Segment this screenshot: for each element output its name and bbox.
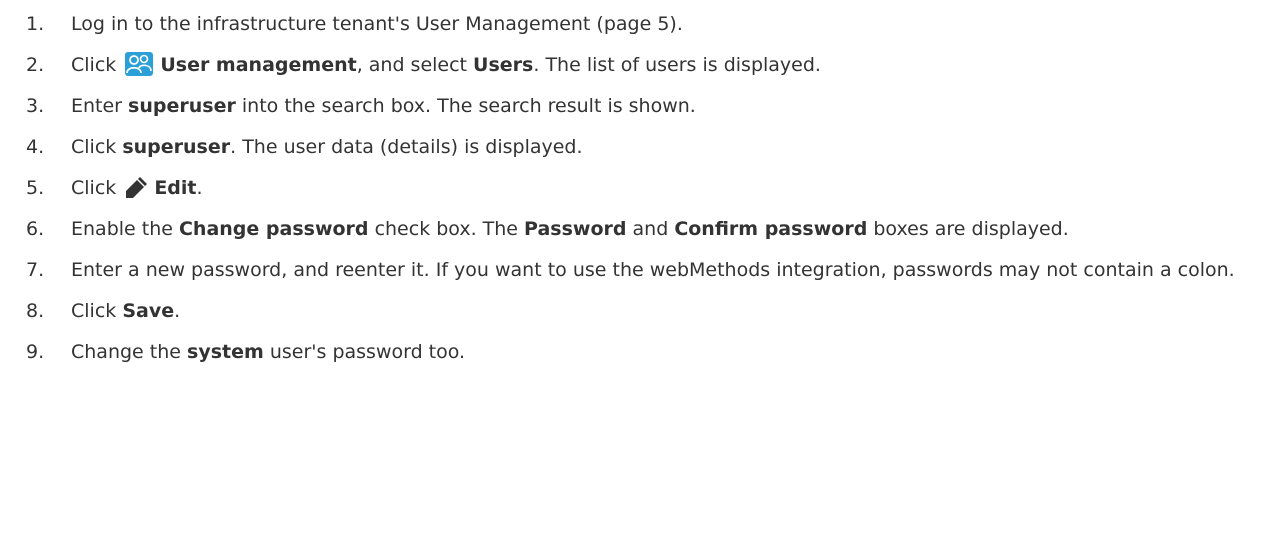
step-text-segment: and xyxy=(626,218,675,240)
step-text-segment: Enter xyxy=(71,95,129,117)
step-text-segment: Enter a new password, and reenter it. If… xyxy=(71,259,1235,281)
step-number: 9. xyxy=(26,341,45,363)
step-text-segment: Click xyxy=(71,300,123,322)
step-text: Click Save. xyxy=(71,300,180,322)
step-number: 2. xyxy=(26,54,45,76)
step-text-segment: . The user data (details) is displayed. xyxy=(230,136,583,158)
step-6: 6. Enable the Change password check box. … xyxy=(0,215,1285,244)
step-text-segment: into the search box. The search result i… xyxy=(235,95,696,117)
ui-term: superuser xyxy=(122,136,231,158)
step-text: Change the system user's password too. xyxy=(71,341,465,363)
step-number: 4. xyxy=(26,136,45,158)
step-8: 8. Click Save. xyxy=(0,297,1285,326)
ui-term: Users xyxy=(473,54,534,76)
step-number: 1. xyxy=(26,13,45,35)
step-5: 5. Click Edit. xyxy=(0,174,1285,203)
step-text: Log in to the infrastructure tenant's Us… xyxy=(71,13,683,35)
step-text: Click User management, and select Users.… xyxy=(71,51,821,77)
step-1: 1. Log in to the infrastructure tenant's … xyxy=(0,10,1285,39)
step-text-segment: , and select xyxy=(356,54,474,76)
step-3: 3. Enter superuser into the search box. T… xyxy=(0,92,1285,121)
procedure-steps: 1. Log in to the infrastructure tenant's … xyxy=(0,0,1285,367)
ui-term: Save xyxy=(122,300,175,322)
step-text: Click Edit. xyxy=(71,177,203,199)
step-text-segment: . xyxy=(174,300,181,322)
step-9: 9. Change the system user's password too. xyxy=(0,338,1285,367)
step-text-segment: . xyxy=(196,177,203,199)
step-text-segment: Log in to the infrastructure tenant's Us… xyxy=(71,13,683,35)
ui-term: Confirm password xyxy=(674,218,868,240)
ui-term: User management xyxy=(160,54,357,76)
step-text-segment: . The list of users is displayed. xyxy=(533,54,821,76)
step-number: 8. xyxy=(26,300,45,322)
step-text-segment: check box. The xyxy=(368,218,525,240)
users-icon xyxy=(124,51,154,77)
ui-term: superuser xyxy=(128,95,236,117)
step-text: Click superuser. The user data (details)… xyxy=(71,136,583,158)
step-4: 4. Click superuser. The user data (detail… xyxy=(0,133,1285,162)
step-text-segment: boxes are displayed. xyxy=(867,218,1069,240)
pencil-icon xyxy=(124,176,148,200)
step-number: 3. xyxy=(26,95,45,117)
ui-term: system xyxy=(187,341,264,363)
step-2: 2. Click User management, and select User… xyxy=(0,51,1285,80)
step-text-segment: Click xyxy=(71,177,123,199)
ui-term: Change password xyxy=(178,218,369,240)
step-number: 7. xyxy=(26,259,45,281)
step-text: Enter superuser into the search box. The… xyxy=(71,95,696,117)
step-7: 7. Enter a new password, and reenter it. … xyxy=(0,256,1285,285)
ui-term: Edit xyxy=(154,177,197,199)
step-text-segment: Change the xyxy=(71,341,188,363)
step-text-segment: Click xyxy=(71,136,123,158)
step-number: 5. xyxy=(26,177,45,199)
step-number: 6. xyxy=(26,218,45,240)
step-text-segment: Click xyxy=(71,54,123,76)
step-text: Enable the Change password check box. Th… xyxy=(71,218,1069,240)
step-text-segment: Enable the xyxy=(71,218,179,240)
ui-term: Password xyxy=(524,218,627,240)
step-text: Enter a new password, and reenter it. If… xyxy=(71,259,1235,281)
step-text-segment: user's password too. xyxy=(263,341,466,363)
